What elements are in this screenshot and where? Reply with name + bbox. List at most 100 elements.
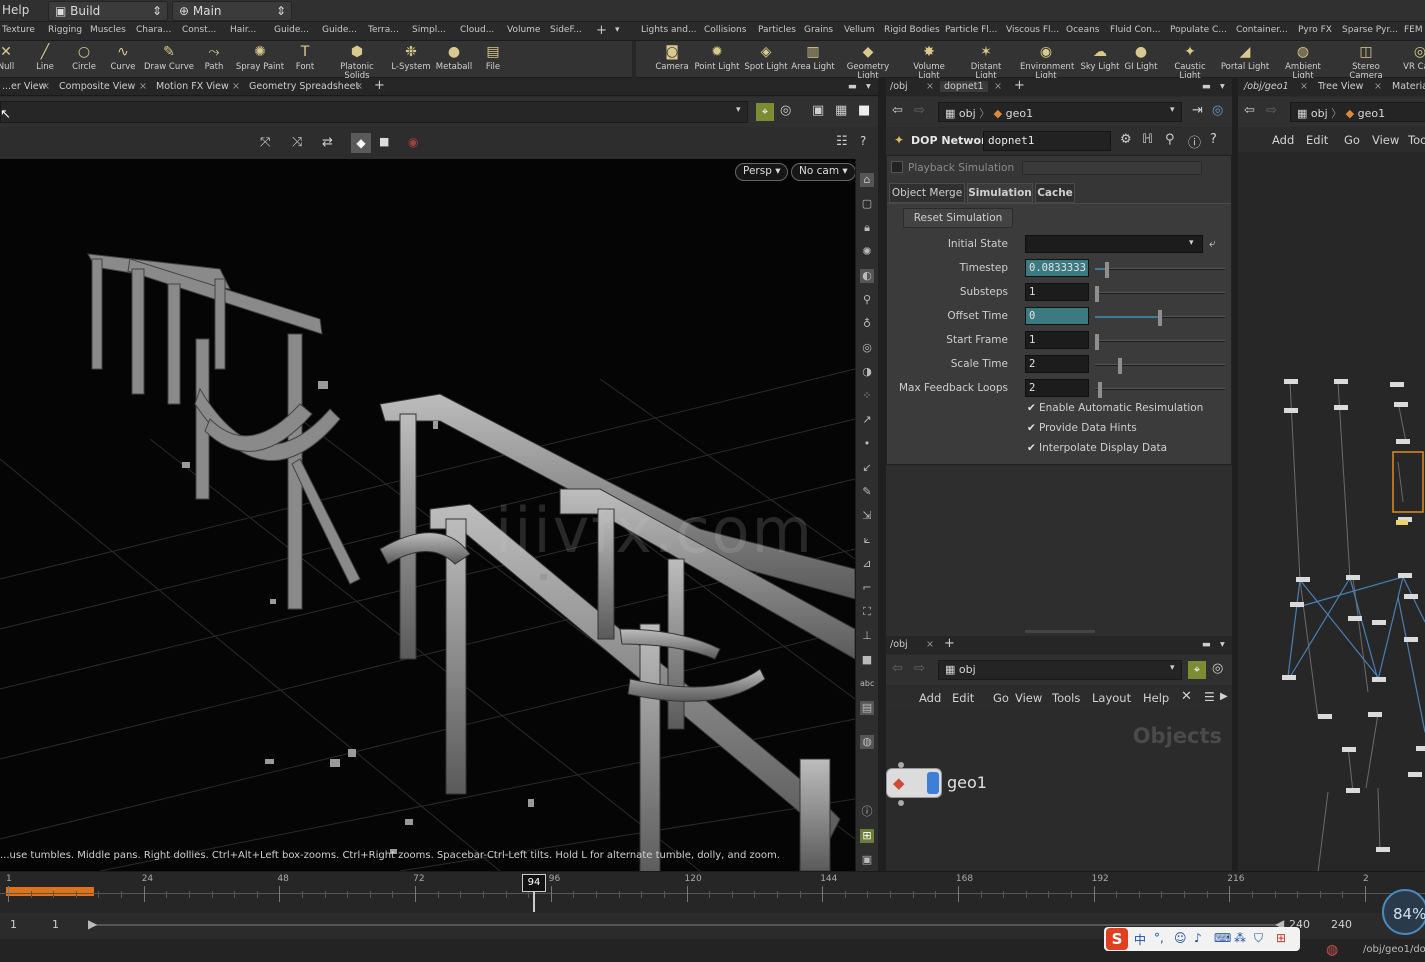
- display-normals-icon[interactable]: ↗: [860, 413, 874, 427]
- tab-geometry-spreadsheet[interactable]: Geometry Spreadsheet: [249, 81, 359, 92]
- network-menu-item[interactable]: View: [1015, 691, 1042, 705]
- geo1-node[interactable]: ◆: [886, 768, 942, 798]
- right-menu-item[interactable]: Go: [1344, 133, 1360, 147]
- close-icon[interactable]: ×: [1374, 81, 1382, 92]
- backface-icon[interactable]: ◑: [860, 365, 874, 379]
- shelf-tool-button[interactable]: ◢ Portal Light: [1219, 43, 1271, 72]
- shelf-tab[interactable]: Collisions: [704, 25, 746, 35]
- range-slider-track[interactable]: [92, 924, 1282, 926]
- shelf-tab[interactable]: Container...: [1236, 25, 1288, 35]
- tree-icon[interactable]: ☰: [1204, 690, 1215, 704]
- ime-emoji-icon[interactable]: ☺: [1174, 931, 1187, 945]
- right-menu-item[interactable]: Too...: [1408, 133, 1425, 147]
- light-toggle-icon[interactable]: ✺: [860, 245, 874, 259]
- initial-state-field[interactable]: [1025, 235, 1203, 253]
- tab-material[interactable]: Materia...: [1392, 81, 1425, 92]
- shelf-tool-button[interactable]: ⤳ Path: [188, 43, 240, 72]
- snap-icon[interactable]: ⟀: [860, 533, 874, 547]
- back-arrow-icon[interactable]: ⇦: [892, 103, 903, 118]
- ime-punct-icon[interactable]: °,: [1154, 931, 1164, 945]
- param-slider[interactable]: [1095, 310, 1225, 326]
- tab-obj-geo1[interactable]: /obj/geo1: [1244, 81, 1289, 92]
- render-region-icon[interactable]: ▦: [835, 103, 847, 118]
- pane-menu-arrow-icon[interactable]: ▾: [866, 81, 871, 92]
- shelf-tool-button[interactable]: ● GI Light: [1115, 43, 1167, 72]
- network-editor[interactable]: Objects ◆ geo1: [886, 710, 1232, 871]
- shelf-tab[interactable]: Chara...: [136, 25, 171, 35]
- network-menu-item[interactable]: Go: [993, 691, 1009, 705]
- param-value-field[interactable]: 2: [1025, 379, 1089, 397]
- tab-composite-view[interactable]: Composite View: [59, 81, 135, 92]
- info-icon[interactable]: ⓘ: [1188, 132, 1201, 151]
- search-icon[interactable]: ⚲: [1165, 132, 1175, 147]
- slider-knob[interactable]: [1095, 334, 1099, 350]
- scene-viewport[interactable]: iiivfx.com: [0, 159, 855, 871]
- link-icon[interactable]: ◎: [780, 103, 791, 118]
- forward-arrow-icon[interactable]: ⇨: [914, 103, 925, 118]
- shelf-tab[interactable]: Simpl...: [412, 25, 446, 35]
- close-icon[interactable]: ×: [232, 81, 240, 92]
- shelf-tool-button[interactable]: ✹ Point Light: [691, 43, 743, 72]
- shelf-tab[interactable]: Sparse Pyr...: [1342, 25, 1398, 35]
- shelf-menu-arrow-icon[interactable]: ▾: [615, 25, 620, 35]
- notification-icon[interactable]: ◍: [1326, 942, 1338, 958]
- home-view-icon[interactable]: ⌂: [860, 173, 874, 187]
- add-tab-icon[interactable]: +: [944, 636, 955, 651]
- camera-menu-button[interactable]: No cam ▾: [791, 163, 856, 181]
- right-menu-item[interactable]: Edit: [1306, 133, 1328, 147]
- help-icon[interactable]: ?: [860, 134, 866, 148]
- shelf-tab[interactable]: Guide...: [322, 25, 357, 35]
- persp-menu-button[interactable]: Persp ▾: [735, 163, 789, 181]
- layout-icon[interactable]: ☷: [836, 134, 848, 149]
- shelf-tool-button[interactable]: ∿ Curve: [97, 43, 149, 72]
- gear-icon[interactable]: ⚙: [1120, 132, 1132, 147]
- shelf-tab[interactable]: Lights and...: [641, 25, 697, 35]
- expand-arrow-icon[interactable]: ▶: [1220, 691, 1228, 702]
- right-menu-item[interactable]: Add: [1272, 133, 1294, 147]
- display-flag[interactable]: [927, 772, 939, 794]
- forward-arrow-icon[interactable]: ⇨: [914, 661, 925, 676]
- add-shelf-icon[interactable]: +: [596, 23, 607, 38]
- param-slider[interactable]: [1095, 382, 1225, 398]
- tab-dopnet1[interactable]: dopnet1: [940, 81, 988, 92]
- corner-icon[interactable]: ⌐: [860, 581, 874, 595]
- tab-obj[interactable]: /obj: [890, 639, 908, 650]
- shelf-tab[interactable]: Particles: [758, 25, 796, 35]
- close-icon[interactable]: ×: [926, 81, 934, 92]
- shelf-tab[interactable]: Terra...: [368, 25, 399, 35]
- pane-maximize-icon[interactable]: ▬: [1202, 81, 1211, 92]
- point-icon[interactable]: •: [860, 437, 874, 451]
- shelf-tool-button[interactable]: ⬢ Platonic Solids: [331, 43, 383, 81]
- shelf-tab[interactable]: SideF...: [550, 25, 582, 35]
- select-groups-icon[interactable]: ■: [379, 135, 389, 148]
- node-path-field[interactable]: ▦ obj 〉 ◆ geo1: [938, 102, 1182, 122]
- node-name-field[interactable]: dopnet1: [983, 131, 1111, 151]
- playback-checkbox[interactable]: [891, 161, 903, 173]
- network-menu-item[interactable]: Tools: [1052, 691, 1080, 705]
- network-menu-item[interactable]: Help: [1143, 691, 1169, 705]
- viewport-path-field[interactable]: [0, 101, 748, 123]
- dropdown-arrow-icon[interactable]: ▾: [736, 105, 741, 115]
- vector-icon[interactable]: ↙: [860, 461, 874, 475]
- pin-icon[interactable]: ⇥: [1192, 103, 1203, 118]
- param-value-field[interactable]: 1: [1025, 331, 1089, 349]
- shelf-tab[interactable]: Texture: [2, 25, 35, 35]
- select-objects-icon[interactable]: ◆: [351, 133, 371, 153]
- snapshot-icon[interactable]: ▣: [812, 103, 824, 118]
- node-chooser-icon[interactable]: ⤶: [1209, 236, 1216, 251]
- guides-icon[interactable]: ◍: [860, 735, 874, 749]
- shelf-tool-button[interactable]: ✸ Volume Light: [903, 43, 955, 81]
- shelf-tab[interactable]: Viscous Fl...: [1006, 25, 1059, 35]
- range-start-handle-icon[interactable]: ▶: [88, 917, 97, 931]
- close-icon[interactable]: ×: [139, 81, 147, 92]
- pane-menu-arrow-icon[interactable]: ▾: [1220, 81, 1225, 92]
- square-icon[interactable]: ■: [860, 653, 874, 667]
- back-arrow-icon[interactable]: ⇦: [1244, 103, 1255, 118]
- tab-scene-view[interactable]: ...er View: [2, 81, 46, 92]
- shelf-tab[interactable]: Fluid Con...: [1110, 25, 1161, 35]
- node-output-connector[interactable]: [898, 800, 904, 806]
- param-slider[interactable]: [1095, 334, 1225, 350]
- shelf-tab[interactable]: Volume: [507, 25, 540, 35]
- close-icon[interactable]: ×: [1300, 81, 1308, 92]
- ime-logo-icon[interactable]: S: [1106, 928, 1128, 950]
